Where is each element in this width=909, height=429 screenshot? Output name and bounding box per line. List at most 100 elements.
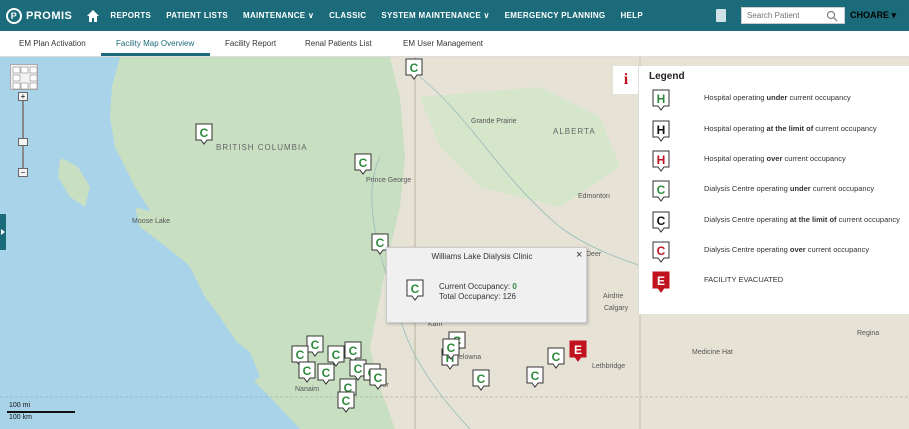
svg-text:C: C [349,344,358,358]
svg-text:C: C [200,126,209,140]
nav-patient-lists[interactable]: PATIENT LISTS [166,11,228,20]
map-label-moose-lake: Moose Lake [132,218,171,225]
dialysis-centre-marker[interactable]: C [471,368,491,392]
map-label-grande-prairie: Grande Prairie [471,118,517,125]
info-icon[interactable]: i [613,66,639,94]
tab-em-plan-activation[interactable]: EM Plan Activation [19,39,86,48]
nav-classic[interactable]: CLASSIC [329,11,366,20]
svg-text:C: C [410,61,419,75]
svg-text:C: C [477,372,486,386]
zoom-control[interactable]: + − [18,92,28,178]
promis-logo[interactable]: P PROMIS [6,7,73,24]
popup-total-occupancy: Total Occupancy: 126 [439,292,516,301]
legend-text: Hospital operating under current occupan… [704,93,851,102]
dialysis-centre-marker[interactable]: C [441,337,461,361]
svg-text:E: E [574,343,582,357]
evacuated-facility-marker[interactable]: E [568,339,588,363]
svg-text:C: C [374,371,383,385]
svg-text:C: C [657,244,666,258]
scale-bar [7,411,75,413]
svg-text:C: C [303,364,312,378]
current-occupancy-value: 0 [512,282,517,291]
dialysis-centre-marker[interactable]: C [368,367,388,391]
svg-text:C: C [359,156,368,170]
clipboard-icon[interactable] [716,9,726,22]
patient-search [741,7,845,24]
home-icon[interactable] [86,9,100,23]
pan-arrows-icon[interactable] [11,65,39,91]
main-nav: REPORTS PATIENT LISTS MAINTENANCE ∨ CLAS… [110,11,658,20]
dialysis-centre-marker[interactable]: C [194,122,214,146]
evacuated-marker-icon: E [651,270,671,299]
popup-dialysis-marker-icon: C [406,279,424,301]
current-occupancy-label: Current Occupancy: [439,282,513,291]
svg-text:C: C [376,236,385,250]
dialysis-marker-icon: C [651,210,671,239]
legend-text: Dialysis Centre operating under current … [704,184,875,193]
pan-control[interactable] [10,64,38,90]
side-panel-toggle[interactable] [0,214,6,250]
map-label-prince-george: Prince George [366,177,412,184]
user-menu[interactable]: CHOARE ▾ [850,10,896,21]
zoom-track [22,100,24,172]
svg-text:C: C [531,369,540,383]
legend-text: Dialysis Centre operating over current o… [704,245,870,254]
dialysis-centre-marker[interactable]: C [404,57,424,81]
tab-em-user-management[interactable]: EM User Management [403,39,483,48]
search-input[interactable] [742,11,826,20]
facility-popup: Williams Lake Dialysis Clinic × C Curren… [386,247,587,323]
map-label-british-columbia: BRITISH COLUMBIA [216,143,308,152]
svg-text:C: C [447,341,456,355]
nav-maintenance[interactable]: MAINTENANCE ∨ [243,11,314,20]
map-label-regina: Regina [857,330,880,337]
nav-help[interactable]: HELP [620,11,643,20]
scale-miles: 100 mi [9,402,31,409]
dialysis-centre-marker[interactable]: C [546,346,566,370]
popup-title: Williams Lake Dialysis Clinic [431,252,533,261]
svg-text:C: C [322,366,331,380]
dialysis-centre-marker[interactable]: C [297,360,317,384]
app-name: PROMIS [26,9,73,22]
legend-text: Hospital operating over current occupanc… [704,154,846,163]
dialysis-marker-icon: C [651,240,671,269]
popup-close-icon[interactable]: × [576,249,582,261]
svg-text:C: C [552,350,561,364]
legend-text: Dialysis Centre operating at the limit o… [704,215,900,224]
hospital-marker-icon: H [651,119,671,148]
map-label-alberta: ALBERTA [553,127,596,136]
dialysis-centre-marker[interactable]: C [525,365,545,389]
nav-reports[interactable]: REPORTS [110,11,151,20]
dialysis-centre-marker[interactable]: C [336,390,356,414]
logo-circle: P [6,7,22,24]
zoom-slider-handle[interactable] [18,138,28,146]
svg-text:C: C [342,394,351,408]
svg-text:C: C [311,338,320,352]
svg-text:H: H [657,92,666,106]
nav-system-maintenance[interactable]: SYSTEM MAINTENANCE ∨ [381,11,489,20]
zoom-in-button[interactable]: + [18,92,28,101]
map-label-lethbridge: Lethbridge [592,363,626,370]
nav-emergency-planning[interactable]: EMERGENCY PLANNING [505,11,606,20]
active-tab-indicator [101,53,210,56]
map-label-airdrie: Airdrie [603,293,624,300]
svg-text:H: H [657,153,666,167]
dialysis-centre-marker[interactable]: C [316,362,336,386]
map-label-medicine-hat: Medicine Hat [692,349,733,356]
zoom-out-button[interactable]: − [18,168,28,177]
svg-text:C: C [657,214,666,228]
search-icon[interactable] [826,10,838,22]
tab-facility-report[interactable]: Facility Report [225,39,276,48]
legend-text: Hospital operating at the limit of curre… [704,124,877,133]
popup-current-occupancy: Current Occupancy: 0 [439,282,517,291]
map-scale: 100 mi 100 km [7,402,87,427]
map-label-kelowna: elowna [459,354,482,361]
hospital-marker-icon: H [651,88,671,117]
dialysis-centre-marker[interactable]: C [353,152,373,176]
map-label-nanaimo: Nanaim [295,386,320,393]
map-label-edmonton: Edmonton [578,193,610,200]
hospital-marker-icon: H [651,149,671,178]
svg-text:C: C [411,282,420,296]
tab-facility-map-overview[interactable]: Facility Map Overview [116,39,194,48]
map-label-deer: Deer [586,251,602,258]
tab-renal-patients-list[interactable]: Renal Patients List [305,39,372,48]
